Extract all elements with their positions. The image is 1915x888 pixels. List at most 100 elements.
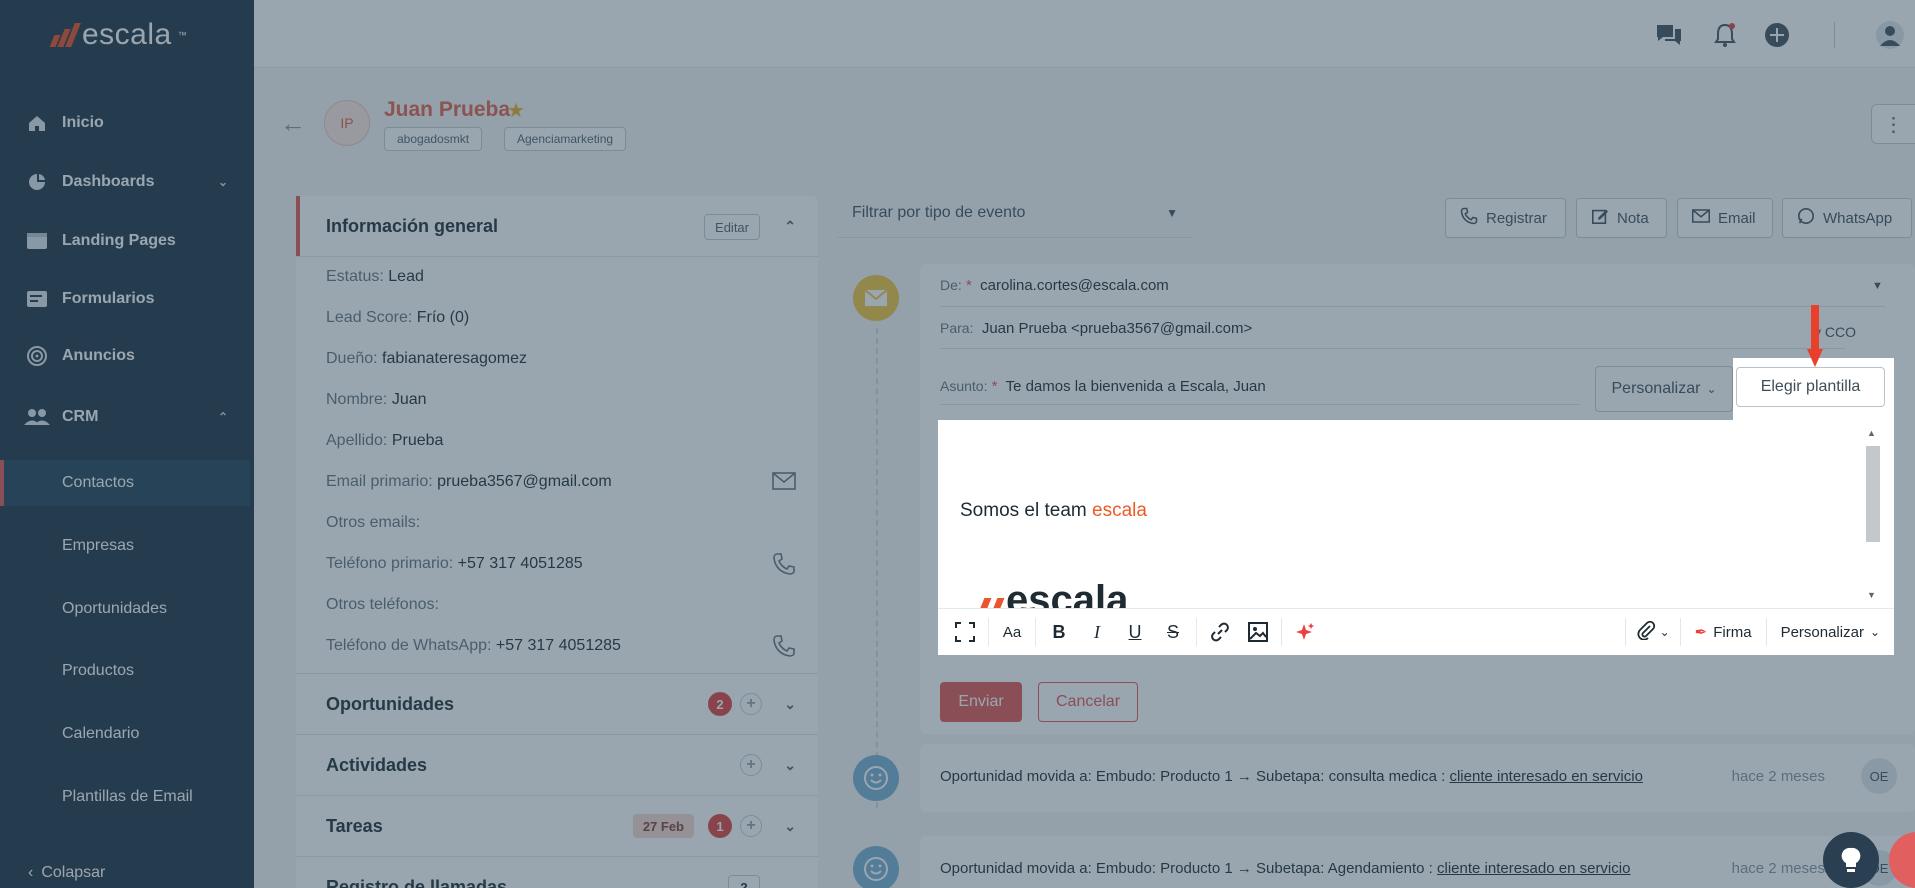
personalize-dropdown[interactable]: Personalizar ⌄ [1595,366,1733,412]
nav-item-formularios[interactable]: Formularios [0,276,254,322]
nav-item-inicio[interactable]: Inicio [0,100,254,146]
nav-item-landing-pages[interactable]: Landing Pages [0,218,254,264]
underline-icon[interactable]: U [1116,609,1154,656]
field-otros-emails: Otros emails: [326,514,421,531]
chevron-down-icon[interactable]: ⌄ [784,696,796,713]
sidebar-item-contactos[interactable]: Contactos [0,460,250,506]
toolbar-divider [1765,618,1767,646]
brand-logo[interactable]: escala ™ [49,18,187,52]
nota-button[interactable]: Nota [1576,198,1667,238]
font-size-button[interactable]: Aa [993,609,1031,656]
nav-label: Anuncios [62,347,135,364]
registrar-button[interactable]: Registrar [1445,198,1566,238]
back-arrow-icon[interactable]: ← [280,108,306,139]
strikethrough-icon[interactable]: S [1154,609,1192,656]
sidebar-item-calendario[interactable]: Calendario [0,711,250,757]
sidebar-item-productos[interactable]: Productos [0,648,250,694]
send-button[interactable]: Enviar [940,682,1022,722]
section-title: Actividades [326,754,428,775]
add-icon[interactable]: + [740,693,762,715]
contact-tag[interactable]: Agenciamarketing [504,127,627,151]
lightbulb-icon [1841,847,1861,872]
italic-icon[interactable]: I [1078,609,1116,656]
edit-button[interactable]: Editar [704,214,760,240]
whatsapp-icon [1797,207,1815,229]
scroll-down-icon[interactable]: ▼ [1867,590,1876,600]
section-oportunidades[interactable]: Oportunidades 2 + ⌄ [296,674,818,734]
chevron-left-icon: ‹ [28,864,34,881]
signature-button[interactable]: ✒ Firma [1685,609,1762,656]
caret-down-icon: ▼ [1166,205,1178,220]
activity-text: Oportunidad movida a: Embudo: Producto 1… [940,768,1643,785]
activity-link[interactable]: cliente interesado en servicio [1437,860,1630,877]
section-title: Tareas [326,815,383,836]
caret-down-icon[interactable]: ▼ [1872,280,1883,292]
form-icon [24,288,50,310]
collapse-label: Colapsar [41,864,106,881]
divider [940,404,1580,405]
divider [940,306,1885,307]
chevron-down-icon[interactable]: ⌄ [784,757,796,774]
sidebar-item-plantillas[interactable]: Plantillas de Email [0,774,250,820]
image-icon[interactable] [1239,609,1277,656]
add-circle-icon[interactable] [1762,20,1792,50]
section-registro-llamadas[interactable]: Registro de llamadas 2 ⌄ [296,857,818,888]
add-icon[interactable]: + [740,754,762,776]
chevron-up-icon[interactable]: ⌃ [784,218,796,235]
nav-item-crm[interactable]: CRM ⌃ [0,394,254,440]
sidebar-item-empresas[interactable]: Empresas [0,523,250,569]
email-button[interactable]: Email [1677,198,1773,238]
chevron-down-icon: ⌄ [217,175,228,189]
sidebar-item-oportunidades[interactable]: Oportunidades [0,586,250,632]
phone-icon[interactable] [772,552,796,581]
collapse-sidebar-button[interactable]: ‹ Colapsar [28,864,105,882]
to-field[interactable]: Para: Juan Prueba <prueba3567@gmail.com> [940,320,1252,337]
chevron-down-icon[interactable]: ⌄ [784,818,796,835]
toolbar-divider [1281,618,1282,646]
divider [940,348,1845,349]
kebab-icon: ⋮ [1883,113,1904,136]
field-otros-telefonos: Otros teléfonos: [326,596,439,613]
chevron-down-icon: ⌄ [1659,625,1670,639]
link-icon[interactable] [1201,609,1239,656]
envelope-icon[interactable] [772,472,796,495]
user-avatar[interactable] [1875,20,1905,50]
scroll-up-icon[interactable]: ▲ [1867,428,1876,438]
chevron-up-icon: ⌃ [217,410,228,424]
activity-link[interactable]: cliente interesado en servicio [1449,768,1642,785]
email-editor: Somos el team escala escala ▲ ▼ Aa B I U… [938,420,1894,655]
chat-icon[interactable] [1654,20,1684,50]
personalize-toolbar-dropdown[interactable]: Personalizar ⌄ [1771,609,1894,656]
event-type-filter[interactable]: Filtrar por tipo de evento ▼ [838,188,1192,238]
fullscreen-icon[interactable] [946,609,984,656]
count-badge: 2 [708,692,732,716]
section-tareas[interactable]: Tareas 27 Feb 1 + ⌄ [296,796,818,856]
nav-label: Landing Pages [62,232,176,249]
chevron-down-icon[interactable]: ⌄ [784,879,796,888]
editor-body[interactable]: Somos el team escala escala [938,420,1876,608]
bell-icon[interactable] [1710,20,1740,50]
field-telefono-primario: Teléfono primario: +57 317 4051285 [326,555,583,572]
cancel-button[interactable]: Cancelar [1038,682,1138,722]
add-icon[interactable]: + [740,815,762,837]
whatsapp-button[interactable]: WhatsApp [1782,198,1912,238]
ai-sparkle-icon[interactable] [1286,609,1324,656]
bold-icon[interactable]: B [1040,609,1078,656]
editor-scrollbar[interactable] [1866,446,1880,542]
more-options-button[interactable]: ⋮ [1871,104,1915,144]
nav-label: CRM [62,408,99,425]
subject-field[interactable]: Asunto: * Te damos la bienvenida a Escal… [940,378,1266,395]
nav-item-dashboards[interactable]: Dashboards ⌄ [0,159,254,205]
section-actividades[interactable]: Actividades + ⌄ [296,735,818,795]
people-icon [24,406,50,428]
star-icon[interactable]: ★ [507,98,525,123]
from-field[interactable]: De: * carolina.cortes@escala.com [940,277,1169,294]
phone-icon[interactable] [772,634,796,663]
help-lightbulb-button[interactable] [1823,832,1879,888]
nav-item-anuncios[interactable]: Anuncios [0,333,254,379]
phone-icon [1460,207,1478,229]
attachment-dropdown[interactable]: ⌄ [1630,609,1676,656]
contact-tag[interactable]: abogadosmkt [384,127,483,151]
section-informacion-general[interactable]: Información general Editar ⌃ [296,196,818,256]
field-lead-score: Lead Score: Frío (0) [326,309,470,326]
